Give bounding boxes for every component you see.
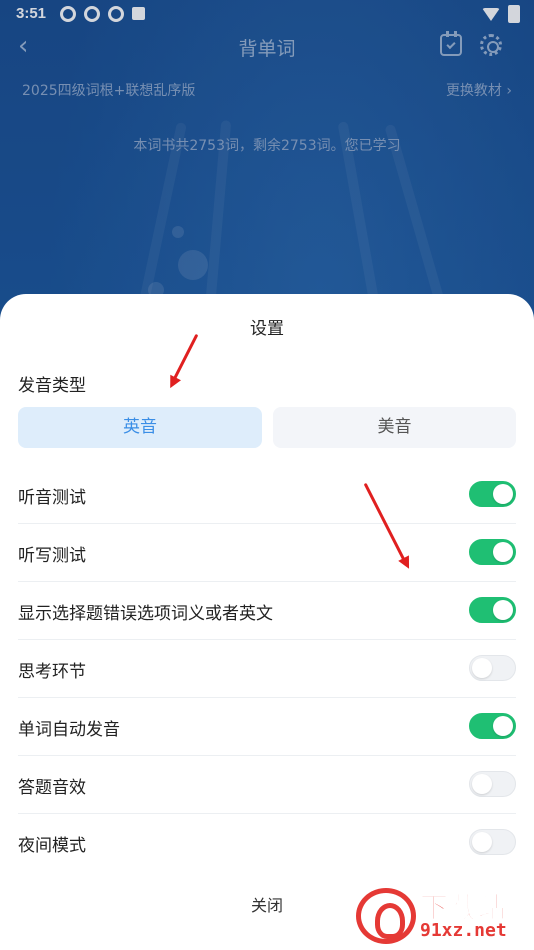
- thinking-toggle[interactable]: [469, 655, 516, 681]
- setting-label: 听写测试: [18, 546, 86, 566]
- toggle-knob: [493, 484, 513, 504]
- setting-label: 答题音效: [18, 778, 86, 798]
- show-wrong-options-toggle[interactable]: [469, 597, 516, 623]
- setting-label: 夜间模式: [18, 836, 86, 856]
- toggle-knob: [472, 774, 492, 794]
- setting-row-dictation-test: 听写测试: [18, 524, 516, 582]
- setting-label: 显示选择题错误选项词义或者英文: [18, 604, 273, 624]
- toggle-knob: [472, 832, 492, 852]
- pronunciation-label: 发音类型: [18, 376, 86, 396]
- auto-pronounce-toggle[interactable]: [469, 713, 516, 739]
- setting-label: 单词自动发音: [18, 720, 120, 740]
- listening-test-toggle[interactable]: [469, 481, 516, 507]
- setting-row-night-mode: 夜间模式: [18, 814, 516, 872]
- pronunciation-us-button[interactable]: 美音: [273, 407, 516, 448]
- night-mode-toggle[interactable]: [469, 829, 516, 855]
- setting-row-listening-test: 听音测试: [18, 466, 516, 524]
- pronunciation-uk-button[interactable]: 英音: [18, 407, 262, 448]
- setting-row-thinking: 思考环节: [18, 640, 516, 698]
- settings-list: 听音测试 听写测试 显示选择题错误选项词义或者英文 思考环节 单词自动发音 答题…: [18, 466, 516, 872]
- toggle-knob: [472, 658, 492, 678]
- dictation-test-toggle[interactable]: [469, 539, 516, 565]
- sound-effects-toggle[interactable]: [469, 771, 516, 797]
- toggle-knob: [493, 716, 513, 736]
- watermark: 下载站 91xz.net: [356, 886, 528, 946]
- toggle-knob: [493, 600, 513, 620]
- watermark-logo-icon: [356, 888, 416, 944]
- watermark-url: 91xz.net: [420, 920, 507, 941]
- toggle-knob: [493, 542, 513, 562]
- setting-row-auto-pronounce: 单词自动发音: [18, 698, 516, 756]
- setting-row-sound-effects: 答题音效: [18, 756, 516, 814]
- sheet-title: 设置: [250, 319, 284, 339]
- settings-sheet: 设置 发音类型 英音 美音 听音测试 听写测试 显示选择题错误选项词义或者英文 …: [0, 294, 534, 950]
- setting-label: 听音测试: [18, 488, 86, 508]
- setting-label: 思考环节: [18, 662, 86, 682]
- setting-row-show-wrong-options: 显示选择题错误选项词义或者英文: [18, 582, 516, 640]
